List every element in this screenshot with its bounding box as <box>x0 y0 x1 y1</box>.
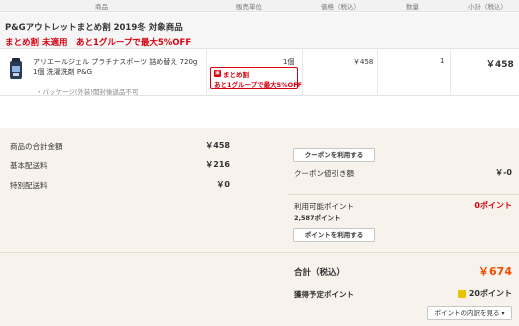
header-price: 価格（税込） <box>321 3 360 11</box>
shipping-label: 基本配送料 <box>10 161 48 170</box>
use-coupon-button[interactable]: クーポンを利用する <box>293 148 375 162</box>
goods-total-value: ￥458 <box>205 141 230 150</box>
shipping-value: ￥216 <box>205 160 230 169</box>
promo-group-header: P&Gアウトレットまとめ割 2019冬 対象商品 まとめ割 未適用 あと1グルー… <box>0 13 519 49</box>
special-shipping-label: 特別配送料 <box>10 181 48 190</box>
chevron-down-icon: ▾ <box>501 310 505 317</box>
product-thumbnail[interactable] <box>8 58 24 80</box>
total-label: 合計（税込） <box>294 268 346 278</box>
group-title: P&Gアウトレットまとめ割 2019冬 対象商品 <box>5 23 183 33</box>
header-product: 商品 <box>95 3 108 11</box>
points-breakdown-label: ポイントの内訳を見る <box>434 309 500 317</box>
bundle-discount-badge: ▣ まとめ割 あと1グループで最大5%OFF <box>210 67 302 89</box>
earn-points-value: 20ポイント <box>468 289 512 298</box>
earn-points-row: 20ポイント <box>420 288 512 299</box>
quantity-value[interactable]: 1 <box>440 57 444 65</box>
unit-price: ￥458 <box>353 58 374 66</box>
earn-points-label: 獲得予定ポイント <box>294 290 354 299</box>
coupon-discount-value: ￥-0 <box>495 168 512 177</box>
item-subtotal: ￥458 <box>486 60 514 70</box>
points-breakdown-button[interactable]: ポイントの内訳を見る ▾ <box>427 306 512 320</box>
cart-icon: ▣ <box>214 70 221 77</box>
usable-points-value: 0ポイント <box>474 201 512 210</box>
product-return-note: ・パッケージ(外装)開封後返品不可 <box>36 88 139 96</box>
header-subtotal: 小計（税込） <box>468 3 507 11</box>
goods-total-label: 商品の合計金額 <box>10 142 63 151</box>
header-unit: 販売単位 <box>236 3 262 11</box>
summary-divider <box>288 194 519 195</box>
usable-points-label: 利用可能ポイント <box>294 202 354 211</box>
cart-table-header: 商品 販売単位 価格（税込） 数量 小計（税込） <box>0 0 519 12</box>
column-divider <box>302 50 303 96</box>
badge-title: まとめ割 <box>223 71 249 79</box>
group-promo-status: まとめ割 未適用 あと1グループで最大5%OFF <box>5 38 192 48</box>
header-quantity: 数量 <box>406 3 419 11</box>
points-coin-icon <box>457 289 466 298</box>
special-shipping-value: ￥0 <box>216 180 230 189</box>
column-divider <box>206 50 207 96</box>
coupon-discount-label: クーポン値引き額 <box>294 169 354 178</box>
owned-points: 2,587ポイント <box>294 214 341 222</box>
column-divider <box>377 50 378 96</box>
product-name-link[interactable]: アリエールジェル プラチナスポーツ 詰め替え 720g 1個 洗濯洗剤 P&G <box>33 57 203 77</box>
order-summary: 商品の合計金額 ￥458 基本配送料 ￥216 特別配送料 ￥0 クーポンを利用… <box>0 128 519 326</box>
sales-unit: 1個 <box>283 58 295 66</box>
column-divider <box>450 50 451 96</box>
summary-divider <box>0 252 519 253</box>
badge-text: あと1グループで最大5%OFF <box>214 81 303 89</box>
use-points-button[interactable]: ポイントを利用する <box>293 228 375 242</box>
total-value: ￥674 <box>478 265 512 278</box>
